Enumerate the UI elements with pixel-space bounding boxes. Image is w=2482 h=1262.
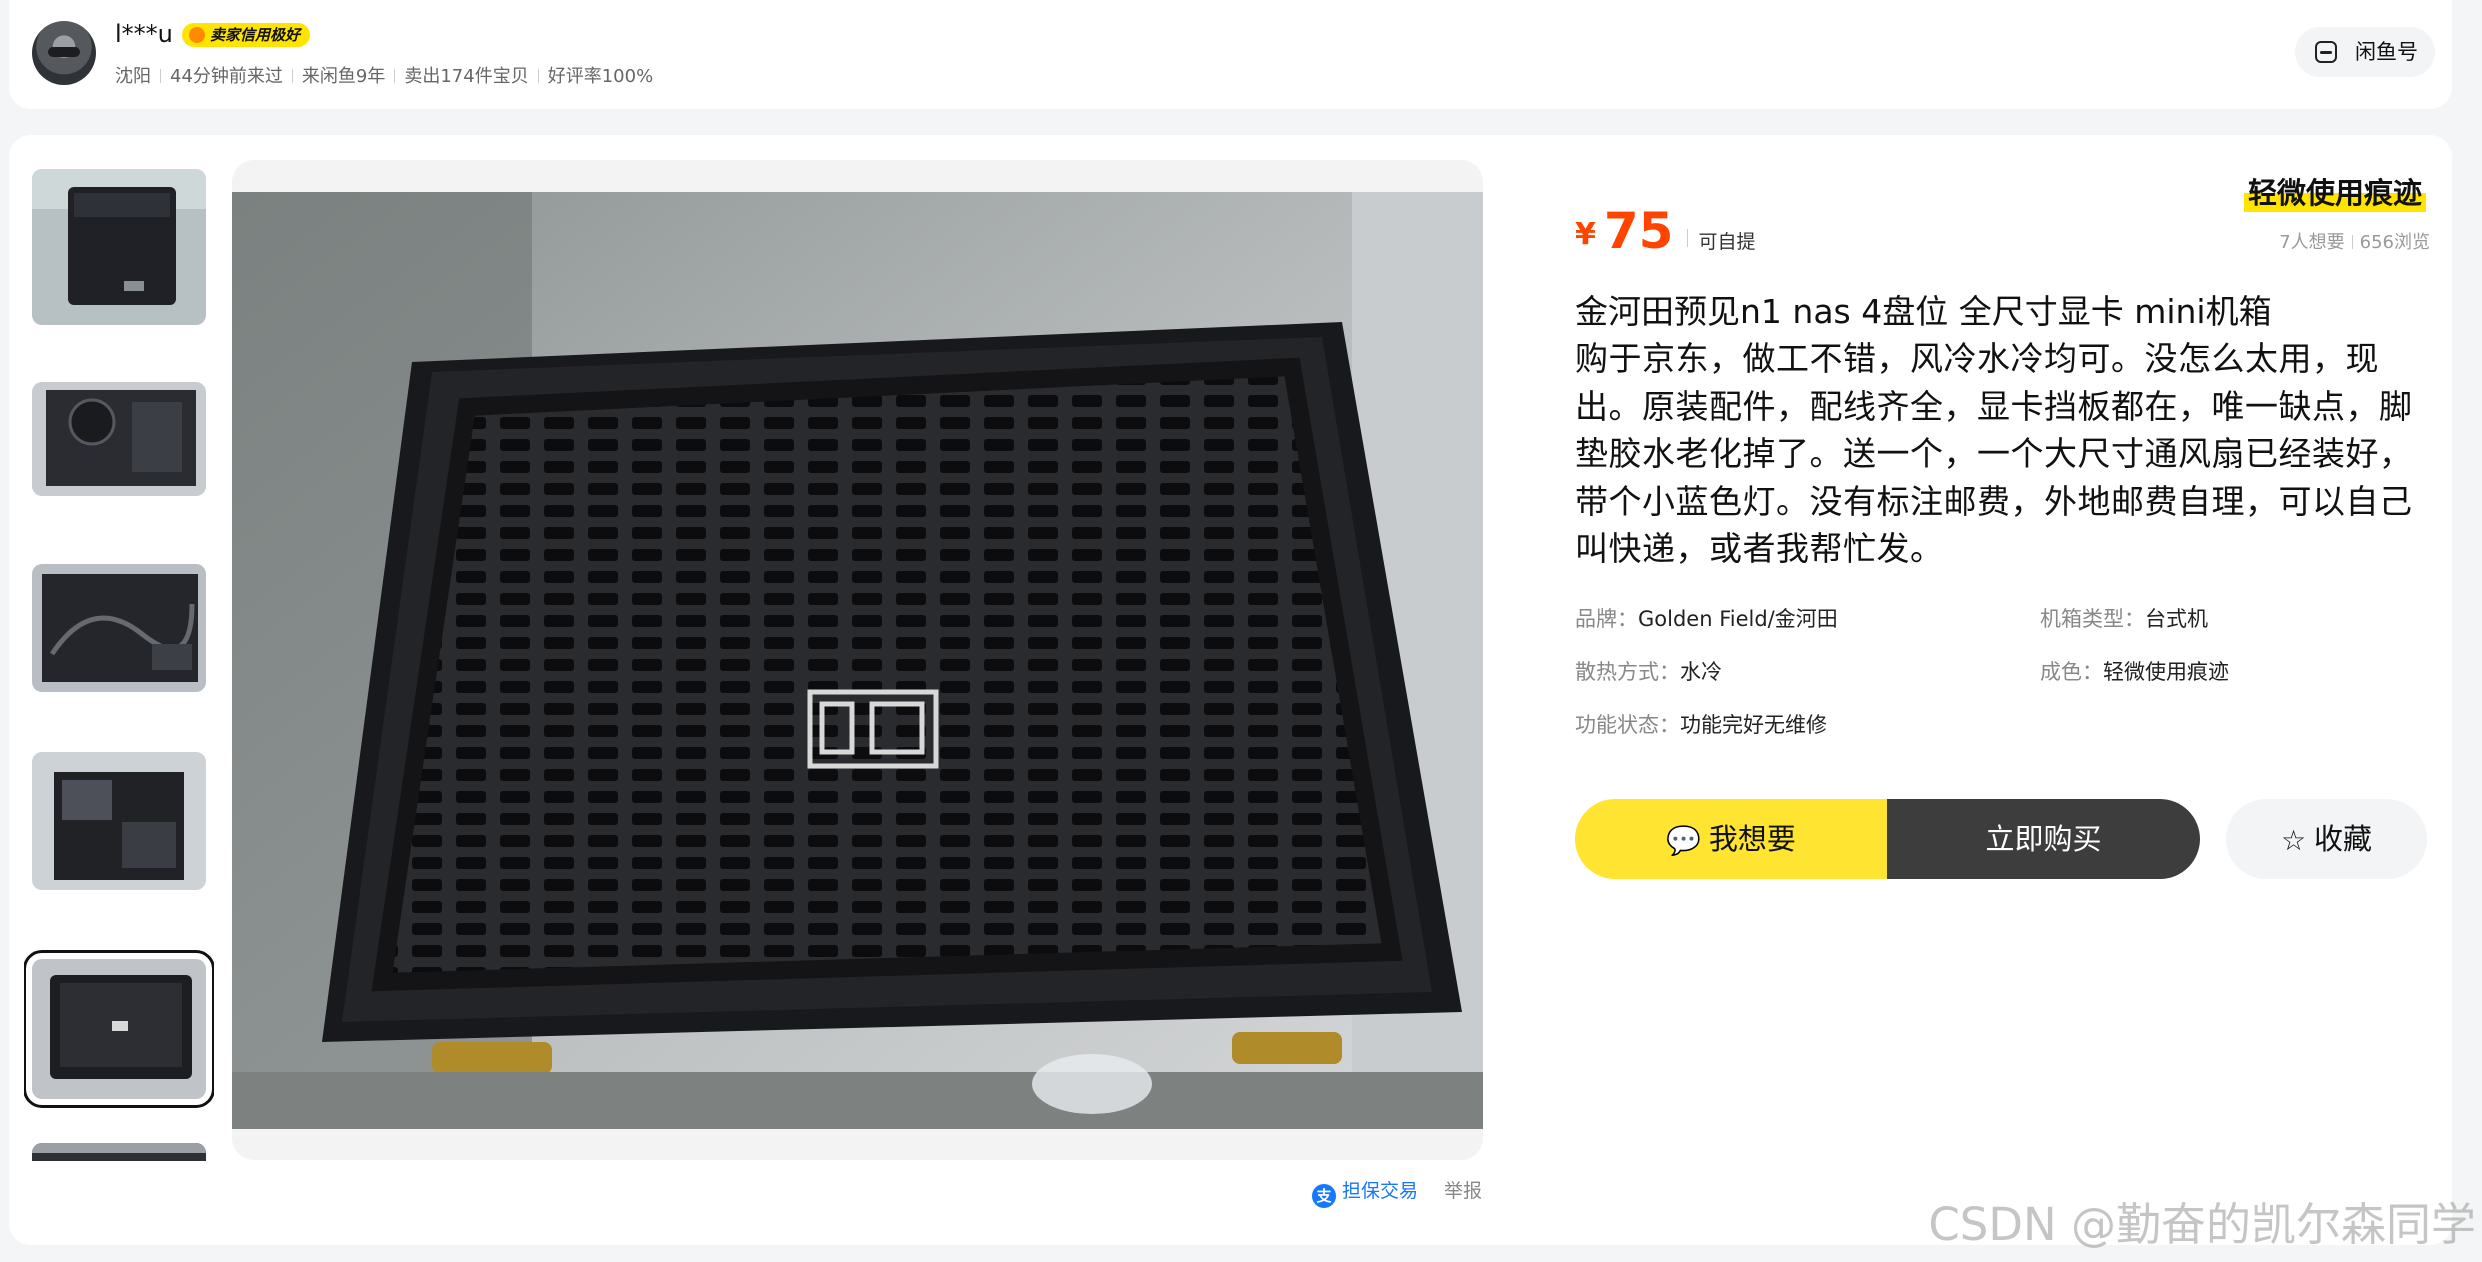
seller-sold: 卖出174件宝贝 <box>404 66 529 87</box>
attr-function-status: 功能状态：功能完好无维修 <box>1575 709 1827 739</box>
price-value: 75 <box>1603 202 1674 260</box>
seller-last-seen: 44分钟前来过 <box>170 66 283 87</box>
attr-cooling: 散热方式：水冷 <box>1575 656 1722 686</box>
product-title: 金河田预见n1 nas 4盘位 全尺寸显卡 mini机箱 <box>1575 292 2272 331</box>
thumbnail-image <box>32 752 206 890</box>
thumbnail-3[interactable] <box>32 564 206 692</box>
wants-count: 7人想要 <box>2279 232 2345 253</box>
guarantee-label: 担保交易 <box>1342 1180 1419 1202</box>
chat-icon: 💬 <box>1666 824 1701 857</box>
attr-value: 功能完好无维修 <box>1680 713 1827 737</box>
seller-years: 来闲鱼9年 <box>301 66 386 87</box>
thumbnail-image <box>32 1143 206 1161</box>
thumbnail-2[interactable] <box>32 382 206 496</box>
report-link[interactable]: 举报 <box>1444 1176 1482 1203</box>
credit-badge: 卖家信用极好 <box>182 23 311 47</box>
item-stats: 7人想要 656浏览 <box>2279 228 2430 254</box>
attr-value: 台式机 <box>2145 607 2208 631</box>
medal-icon <box>189 27 205 43</box>
thumbnail-image <box>32 169 206 325</box>
xianyu-icon <box>2315 41 2337 63</box>
guarantee-link[interactable]: 支担保交易 <box>1312 1176 1418 1208</box>
views-count: 656浏览 <box>2359 232 2430 253</box>
seller-meta: 沈阳 44分钟前来过 来闲鱼9年 卖出174件宝贝 好评率100% <box>115 62 653 88</box>
seller-location: 沈阳 <box>115 66 151 87</box>
seller-rating: 好评率100% <box>547 66 654 87</box>
attr-case-type: 机箱类型：台式机 <box>2040 603 2208 633</box>
attr-condition: 成色：轻微使用痕迹 <box>2040 656 2229 686</box>
attr-key: 机箱类型： <box>2040 607 2145 631</box>
pickup-label: 可自提 <box>1698 231 1756 253</box>
thumbnail-6[interactable] <box>32 1143 206 1161</box>
condition-tag: 轻微使用痕迹 <box>2243 170 2426 212</box>
want-button-label: 我想要 <box>1708 822 1796 856</box>
favorite-button-label: 收藏 <box>2314 822 2373 856</box>
thumbnail-image <box>32 564 206 692</box>
seller-avatar[interactable] <box>32 21 96 85</box>
watermark: CSDN @勤奋的凯尔森同学 <box>1928 1198 2476 1251</box>
thumbnail-1[interactable] <box>32 169 206 325</box>
main-image-viewer[interactable] <box>232 160 1483 1160</box>
attr-value: Golden Field/金河田 <box>1638 607 1838 631</box>
attr-brand: 品牌：Golden Field/金河田 <box>1575 603 1838 633</box>
thumbnail-image <box>32 959 206 1099</box>
attr-key: 功能状态： <box>1575 713 1680 737</box>
buy-now-button[interactable]: 立即购买 <box>1887 799 2200 879</box>
alipay-icon: 支 <box>1312 1184 1336 1208</box>
thumbnail-4[interactable] <box>32 752 206 890</box>
currency-symbol: ¥ <box>1575 217 1596 252</box>
star-icon: ☆ <box>2280 824 2307 857</box>
purchase-button-group: 💬 我想要 立即购买 <box>1575 799 2200 879</box>
thumbnail-list[interactable] <box>24 166 214 1161</box>
want-button[interactable]: 💬 我想要 <box>1575 799 1887 879</box>
thumbnail-image <box>32 382 206 496</box>
attr-key: 品牌： <box>1575 607 1638 631</box>
attr-key: 散热方式： <box>1575 660 1680 684</box>
price-block: ¥75 可自提 <box>1575 202 1755 260</box>
xianyu-id-label: 闲鱼号 <box>2355 40 2418 64</box>
seller-name[interactable]: l***u <box>115 20 173 48</box>
product-description: 购于京东，做工不错，风冷水冷均可。没怎么太用，现出。原装配件，配线齐全，显卡挡板… <box>1575 339 2413 568</box>
credit-badge-label: 卖家信用极好 <box>210 26 301 44</box>
attr-value: 水冷 <box>1680 660 1722 684</box>
product-photo <box>232 192 1483 1129</box>
xianyu-id-button[interactable]: 闲鱼号 <box>2295 27 2435 77</box>
attr-value: 轻微使用痕迹 <box>2103 660 2229 684</box>
thumbnail-5-selected[interactable] <box>24 950 214 1108</box>
seller-card: l***u 卖家信用极好 沈阳 44分钟前来过 来闲鱼9年 卖出174件宝贝 好评率10… <box>9 0 2452 109</box>
attr-key: 成色： <box>2040 660 2103 684</box>
favorite-button[interactable]: ☆ 收藏 <box>2226 799 2427 879</box>
